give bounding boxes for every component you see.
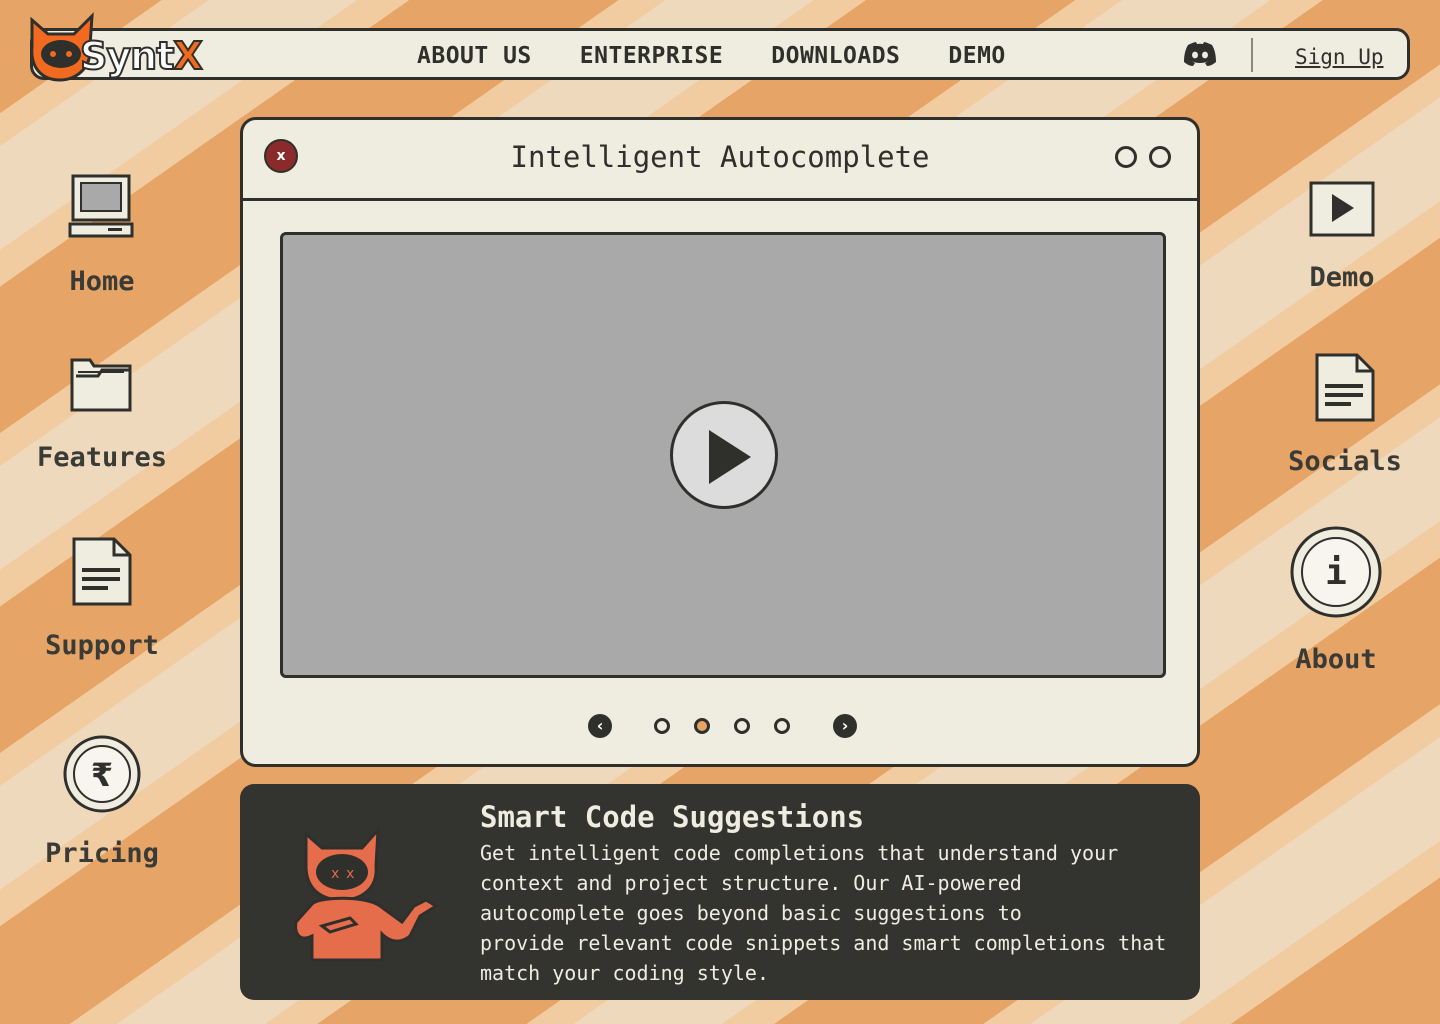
desktop-label-about: About (1295, 644, 1377, 675)
desktop-label-features: Features (36, 442, 168, 473)
desktop-icon-features[interactable]: Features (22, 352, 182, 473)
desktop-icon-socials[interactable]: Socials (1265, 352, 1425, 477)
rupee-coin-icon: ₹ (63, 735, 141, 813)
folder-icon (70, 358, 132, 412)
header-divider (1251, 38, 1253, 72)
play-icon (709, 430, 751, 484)
astronaut-cat-mascot: x x (294, 826, 439, 962)
desktop-icon-pricing[interactable]: ₹ Pricing (22, 734, 182, 869)
carousel-dot-1[interactable] (654, 718, 670, 734)
carousel-controls: ‹ › (243, 714, 1197, 738)
document-icon (72, 537, 132, 606)
sign-up-link[interactable]: Sign Up (1295, 45, 1384, 69)
nav-demo[interactable]: DEMO (948, 43, 1005, 69)
window-titlebar: x Intelligent Autocomplete (243, 120, 1197, 201)
main-nav: ABOUT US ENTERPRISE DOWNLOADS DEMO (417, 43, 1054, 69)
window-title: Intelligent Autocomplete (510, 140, 930, 174)
info-description: Get intelligent code completions that un… (480, 838, 1180, 988)
window-minimize-button[interactable] (1115, 146, 1137, 168)
desktop-label-pricing: Pricing (45, 838, 159, 869)
desktop-icon-support[interactable]: Support (22, 536, 182, 661)
desktop-label-home: Home (69, 266, 135, 297)
info-line: match your coding style. (480, 961, 769, 985)
feature-info-panel: x x Smart Code Suggestions Get intellige… (240, 784, 1200, 1000)
info-coin-icon: i (1290, 526, 1382, 618)
info-line: autocomplete goes beyond basic suggestio… (480, 901, 1022, 925)
desktop-label-demo: Demo (1309, 262, 1375, 293)
info-line: context and project structure. Our AI-po… (480, 871, 1022, 895)
brand-logo[interactable]: SyntX (26, 12, 206, 88)
desktop-icon-home[interactable]: Home (22, 172, 182, 297)
nav-about-us[interactable]: ABOUT US (417, 43, 532, 69)
computer-icon (68, 174, 134, 238)
desktop-label-support: Support (45, 630, 159, 661)
video-player[interactable] (280, 232, 1166, 678)
desktop-icon-about[interactable]: i About (1256, 524, 1416, 675)
document-icon (1315, 353, 1375, 422)
play-button[interactable] (670, 401, 778, 509)
play-window-icon (1309, 181, 1375, 237)
desktop-icon-demo[interactable]: Demo (1262, 180, 1422, 293)
svg-text:x: x (331, 866, 339, 882)
window-maximize-button[interactable] (1149, 146, 1171, 168)
info-line: Get intelligent code completions that un… (480, 841, 1119, 865)
desktop-label-socials: Socials (1288, 446, 1402, 477)
carousel-prev-button[interactable]: ‹ (588, 714, 612, 738)
discord-icon[interactable] (1183, 40, 1217, 68)
svg-text:x: x (346, 866, 354, 882)
video-window: x Intelligent Autocomplete ‹ › (240, 117, 1200, 767)
nav-downloads[interactable]: DOWNLOADS (771, 43, 900, 69)
info-line: provide relevant code snippets and smart… (480, 931, 1167, 955)
top-navbar: ABOUT US ENTERPRISE DOWNLOADS DEMO Sign … (30, 28, 1410, 80)
svg-text:₹: ₹ (91, 756, 113, 794)
svg-text:i: i (1325, 552, 1347, 593)
brand-wordmark: SyntX (79, 33, 204, 79)
carousel-dot-3[interactable] (734, 718, 750, 734)
nav-enterprise[interactable]: ENTERPRISE (580, 43, 723, 69)
carousel-next-button[interactable]: › (833, 714, 857, 738)
carousel-dot-4[interactable] (774, 718, 790, 734)
carousel-dot-2[interactable] (694, 718, 710, 734)
info-title: Smart Code Suggestions (480, 800, 865, 834)
